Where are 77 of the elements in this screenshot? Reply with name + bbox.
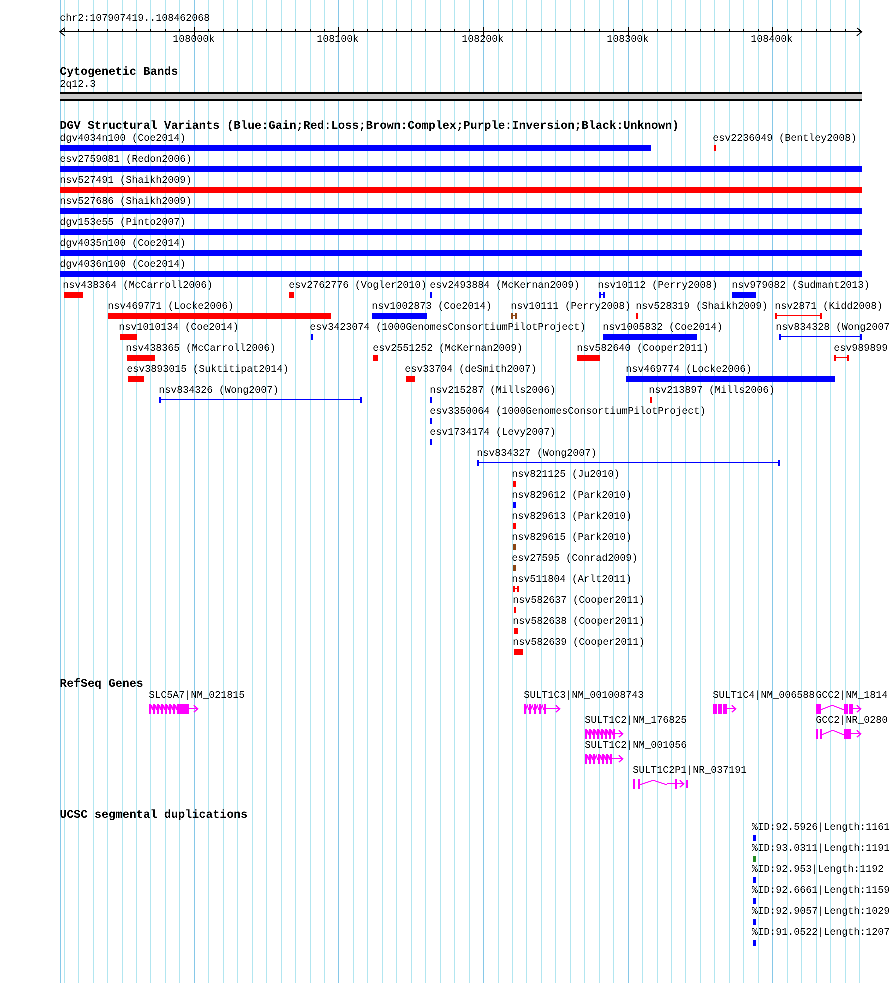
variant-label: nsv1002873 (Coe2014): [372, 303, 492, 313]
gene-model-drawing: [816, 729, 862, 739]
duplication-label: %ID:93.0311|Length:1191: [752, 845, 890, 855]
variant-label: esv2236049 (Bentley2008): [713, 135, 858, 145]
variant-label: nsv10112 (Perry2008): [598, 282, 718, 292]
gene-label: SLC5A7|NM_021815: [149, 692, 246, 702]
variant-label: nsv821125 (Ju2010): [512, 471, 620, 481]
variant-label: esv2551252 (McKernan2009): [373, 345, 524, 355]
variant-label: nsv511804 (Arlt2011): [512, 576, 632, 586]
duplication-label: %ID:92.5926|Length:1161: [752, 824, 890, 834]
variant-label: dgv4034n100 (Coe2014): [60, 135, 186, 145]
ruler-tick-label: 108300k: [607, 36, 649, 46]
variant-label: nsv834327 (Wong2007): [477, 450, 598, 460]
duplication-label: %ID:92.953|Length:1192: [752, 866, 884, 876]
variant-label: nsv834326 (Wong2007): [159, 387, 280, 397]
ruler-tick-label: 108100k: [317, 36, 359, 46]
variant-label: nsv469774 (Locke2006): [626, 366, 752, 376]
gene-model-drawing: [524, 704, 561, 714]
ruler-tick-label: 108400k: [751, 36, 793, 46]
variant-label: nsv469771 (Locke2006): [108, 303, 234, 313]
ruler-tick-label: 108200k: [462, 36, 504, 46]
variant-label: nsv834328 (Wong2007: [776, 324, 890, 334]
duplication-label: %ID:92.9057|Length:1029: [752, 908, 890, 918]
track-title: RefSeq Genes: [60, 679, 144, 691]
variant-label: nsv438365 (McCarroll2006): [126, 345, 276, 355]
variant-label: nsv527491 (Shaikh2009): [60, 177, 192, 187]
variant-label: esv2759081 (Redon2006): [60, 156, 192, 166]
gene-model-drawing: [713, 704, 737, 714]
variant-label: nsv979082 (Sudmant2013): [732, 282, 870, 292]
variant-label: nsv829615 (Park2010): [512, 534, 632, 544]
variant-label: nsv10111 (Perry2008): [511, 303, 632, 313]
variant-label: esv2493884 (McKernan2009): [430, 282, 580, 292]
gene-model-drawing: [816, 704, 862, 714]
variant-label: nsv527686 (Shaikh2009): [60, 198, 192, 208]
variant-label: esv27595 (Conrad2009): [512, 555, 638, 565]
track-title: Cytogenetic Bands: [60, 67, 178, 79]
variant-label: nsv528319 (Shaikh2009): [636, 303, 768, 313]
track-title: DGV Structural Variants (Blue:Gain;Red:Loss;Brown:Complex;Purple:Inversion;Black:Unknown): [60, 121, 680, 133]
gene-label: SULT1C4|NM_006588: [713, 692, 816, 702]
variant-label: dgv4036n100 (Coe2014): [60, 261, 186, 271]
gene-label: SULT1C2P1|NR_037191: [633, 767, 748, 777]
gene-model-drawing: [585, 754, 624, 764]
variant-label: nsv582639 (Cooper2011): [513, 639, 646, 649]
variant-label: esv3350064 (1000GenomesConsortiumPilotProject): [430, 408, 706, 418]
gene-label: SULT1C2|NM_001056: [585, 742, 688, 752]
duplication-label: %ID:92.6661|Length:1159: [752, 887, 890, 897]
ruler-tick-label: 108000k: [173, 36, 215, 46]
genome-position-label: chr2:107907419..108462068: [60, 15, 210, 25]
variant-label: nsv1005832 (Coe2014): [603, 324, 724, 334]
variant-label: esv3423074 (1000GenomesConsortiumPilotProject): [310, 324, 586, 334]
variant-label: nsv829613 (Park2010): [512, 513, 632, 523]
variant-label: nsv2871 (Kidd2008): [775, 303, 884, 313]
variant-label: nsv582640 (Cooper2011): [577, 345, 710, 355]
variant-label: esv1734174 (Levy2007): [430, 429, 556, 439]
variant-label: nsv213897 (Mills2006): [649, 387, 776, 397]
variant-label: esv989899: [834, 345, 888, 355]
gene-label: SULT1C3|NM_001008743: [524, 692, 644, 702]
gene-label: GCC2|NM_1814: [816, 692, 888, 702]
variant-label: nsv215287 (Mills2006): [430, 387, 556, 397]
gene-model-drawing: [585, 729, 624, 739]
variant-label: esv2762776 (Vogler2010): [289, 282, 428, 292]
gene-label: SULT1C2|NM_176825: [585, 717, 688, 727]
variant-label: nsv582637 (Cooper2011): [513, 597, 646, 607]
duplication-label: %ID:91.0522|Length:1207: [752, 929, 890, 939]
variant-label: nsv438364 (McCarroll2006): [63, 282, 214, 292]
variant-label: nsv1010134 (Coe2014): [119, 324, 240, 334]
cytoband-label: 2q12.3: [60, 81, 96, 91]
variant-label: nsv829612 (Park2010): [512, 492, 632, 502]
gene-model-drawing: [149, 704, 199, 714]
gene-label: GCC2|NR_0280: [816, 717, 888, 727]
gene-model-drawing: [633, 779, 688, 789]
variant-label: dgv4035n100 (Coe2014): [60, 240, 186, 250]
variant-label: nsv582638 (Cooper2011): [513, 618, 646, 628]
variant-label: esv3893015 (Suktitipat2014): [127, 366, 290, 376]
variant-label: esv33704 (deSmith2007): [405, 366, 538, 376]
track-title: UCSC segmental duplications: [60, 810, 248, 822]
variant-label: dgv153e55 (Pinto2007): [60, 219, 186, 229]
